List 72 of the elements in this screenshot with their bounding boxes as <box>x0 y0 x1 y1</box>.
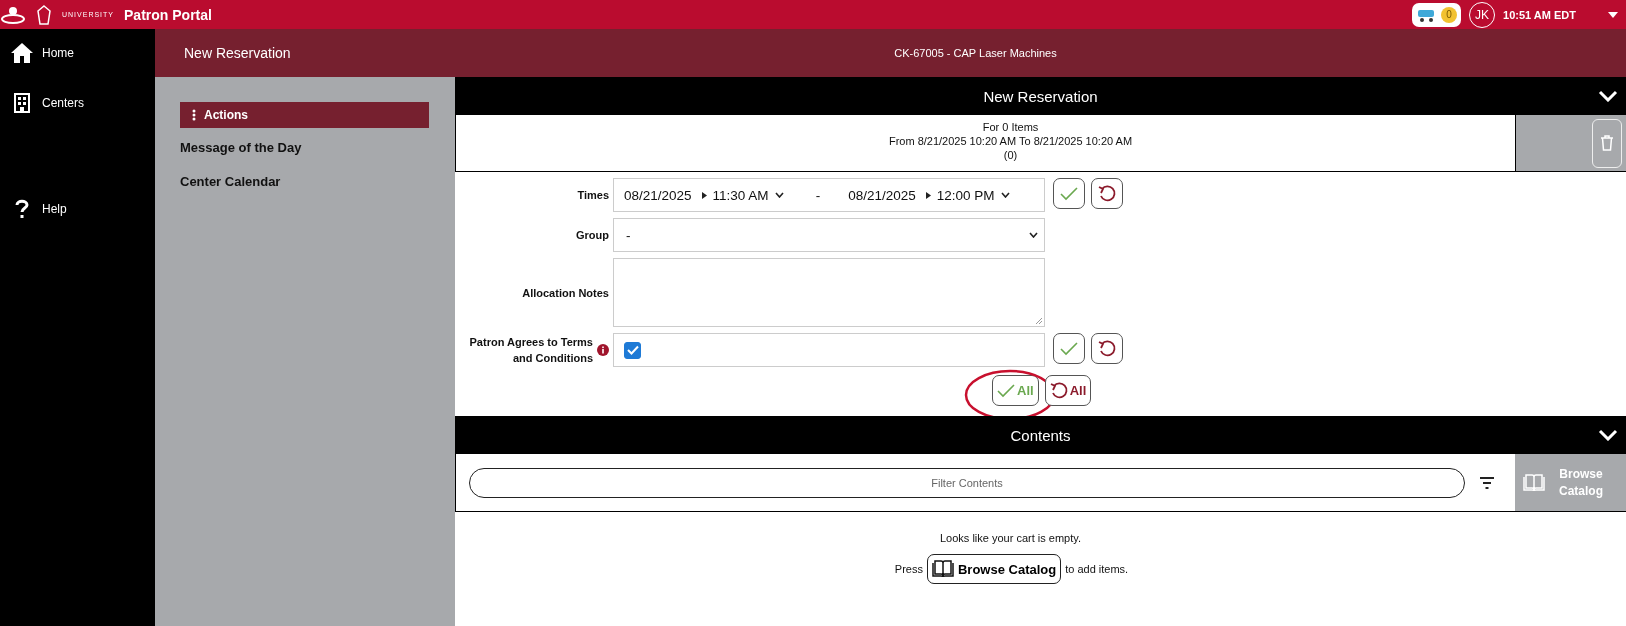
group-dropdown[interactable]: - <box>613 218 1045 252</box>
checkmark-icon <box>1060 186 1078 201</box>
filter-field[interactable]: Filter Contents <box>469 467 1465 498</box>
sidebar-item[interactable]: Home <box>0 41 155 65</box>
book-icon <box>1523 473 1545 492</box>
time-range-field[interactable]: 08/21/2025 11:30 AM - 08/21/2025 12:00 PM <box>613 178 1045 212</box>
undo-all-button[interactable]: All <box>1044 375 1092 406</box>
actions-heading[interactable]: Actions <box>180 102 429 128</box>
trash-icon <box>1600 135 1614 151</box>
dropdown-caret-icon <box>1029 232 1038 238</box>
field-label: Times <box>577 188 609 203</box>
chevron-down-icon <box>1598 90 1618 102</box>
portal-logo-icon <box>0 5 26 24</box>
sidebar-item[interactable]: Centers <box>0 91 155 115</box>
dropdown-value: - <box>626 227 631 243</box>
field-label: Allocation Notes <box>522 285 609 301</box>
empty-cart-message: Looks like your cart is empty. <box>940 532 1081 544</box>
action-link[interactable]: Message of the Day <box>180 140 429 162</box>
chevron-down-icon <box>1598 429 1618 441</box>
field-label: Patron Agrees to Terms and Conditions <box>468 335 593 366</box>
checkmark-icon <box>1060 341 1078 356</box>
undo-icon <box>1049 381 1068 400</box>
time-dropdown[interactable]: 12:00 PM <box>936 187 995 203</box>
dropdown-caret-icon <box>1000 192 1010 198</box>
book-icon <box>931 560 954 578</box>
section-header[interactable]: Contents <box>455 416 1626 454</box>
press-text: to add items. <box>1065 563 1129 575</box>
range-separator: - <box>815 187 821 203</box>
center-name: CK-67005 - CAP Laser Machines <box>893 47 1058 59</box>
section-title: New Reservation <box>983 87 1098 105</box>
triangle-right-icon <box>701 191 707 199</box>
actions-label: Actions <box>204 108 248 122</box>
home-icon <box>10 42 34 64</box>
dropdown-caret-icon <box>774 192 784 198</box>
section-title: Contents <box>1010 426 1071 444</box>
browse-catalog-button[interactable]: Browse Catalog <box>926 554 1062 584</box>
checkbox[interactable] <box>624 341 641 359</box>
notes-field[interactable] <box>613 258 1045 327</box>
triangle-right-icon <box>925 191 931 199</box>
building-icon <box>14 93 30 113</box>
filter-icon <box>1479 476 1495 489</box>
summary-line: For 0 Items <box>981 120 1040 134</box>
sidebar-label: Centers <box>42 96 85 110</box>
page-title: New Reservation <box>183 45 292 61</box>
confirm-button[interactable] <box>1053 333 1085 364</box>
date-value: 08/21/2025 <box>848 187 916 203</box>
confirm-button[interactable] <box>1053 178 1085 209</box>
sidebar-label: Help <box>42 202 67 216</box>
university-logo-icon <box>36 4 52 25</box>
summary-line: From 8/21/2025 10:20 AM To 8/21/2025 10:20 AM <box>887 134 1134 148</box>
summary-line: (0) <box>1002 148 1019 162</box>
help-icon <box>15 199 29 219</box>
undo-icon <box>1098 339 1116 358</box>
portal-title: Patron Portal <box>124 6 212 23</box>
field-label: Group <box>576 228 609 243</box>
resize-grip-icon <box>1035 317 1042 324</box>
press-text: Press <box>894 563 923 575</box>
action-link[interactable]: Center Calendar <box>180 174 429 196</box>
more-vertical-icon <box>192 109 196 121</box>
sidebar-item[interactable]: Help <box>0 197 155 221</box>
section-header[interactable]: New Reservation <box>455 77 1626 115</box>
undo-icon <box>1098 184 1116 203</box>
undo-button[interactable] <box>1091 333 1123 364</box>
time-dropdown[interactable]: 11:30 AM <box>712 187 769 203</box>
caret-icon <box>1608 11 1618 18</box>
cart-button[interactable]: 0 <box>1412 2 1462 27</box>
clock-time: 10:51 AM EDT <box>1503 8 1576 21</box>
checkmark-icon <box>997 383 1015 398</box>
sidebar-label: Home <box>42 46 74 60</box>
undo-button[interactable] <box>1091 178 1123 209</box>
date-value: 08/21/2025 <box>624 187 692 203</box>
cart-count-badge: 0 <box>1441 6 1458 23</box>
